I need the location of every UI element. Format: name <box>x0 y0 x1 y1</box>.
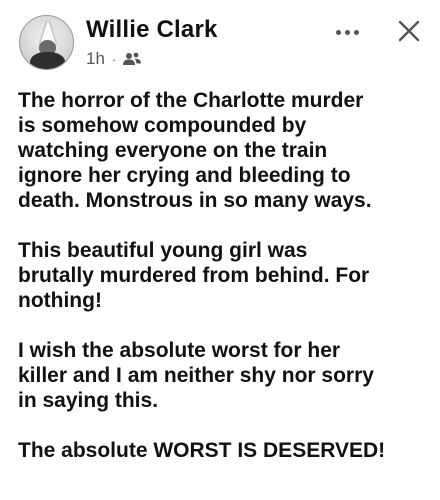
post-time[interactable]: 1h <box>86 49 105 69</box>
author-name[interactable]: Willie Clark <box>86 15 218 45</box>
meta-separator: · <box>111 51 117 67</box>
close-icon[interactable] <box>394 16 424 46</box>
post-paragraph: I wish the absolute worst for her killer… <box>18 339 374 412</box>
post-body: The horror of the Charlotte murder is so… <box>18 88 430 488</box>
more-options-icon[interactable] <box>331 20 363 44</box>
post-meta: 1h · <box>86 48 142 70</box>
avatar[interactable] <box>19 15 74 70</box>
post-paragraph: The absolute WORST IS DESERVED! <box>18 439 386 462</box>
post-card: Willie Clark 1h · The horror of the Char… <box>0 0 440 500</box>
post-header: Willie Clark 1h · <box>0 0 440 86</box>
post-paragraph: The horror of the Charlotte murder is so… <box>18 89 372 212</box>
friends-icon[interactable] <box>122 51 142 67</box>
avatar-body <box>30 52 65 69</box>
post-paragraph: This beautiful young girl was brutally m… <box>18 239 370 312</box>
